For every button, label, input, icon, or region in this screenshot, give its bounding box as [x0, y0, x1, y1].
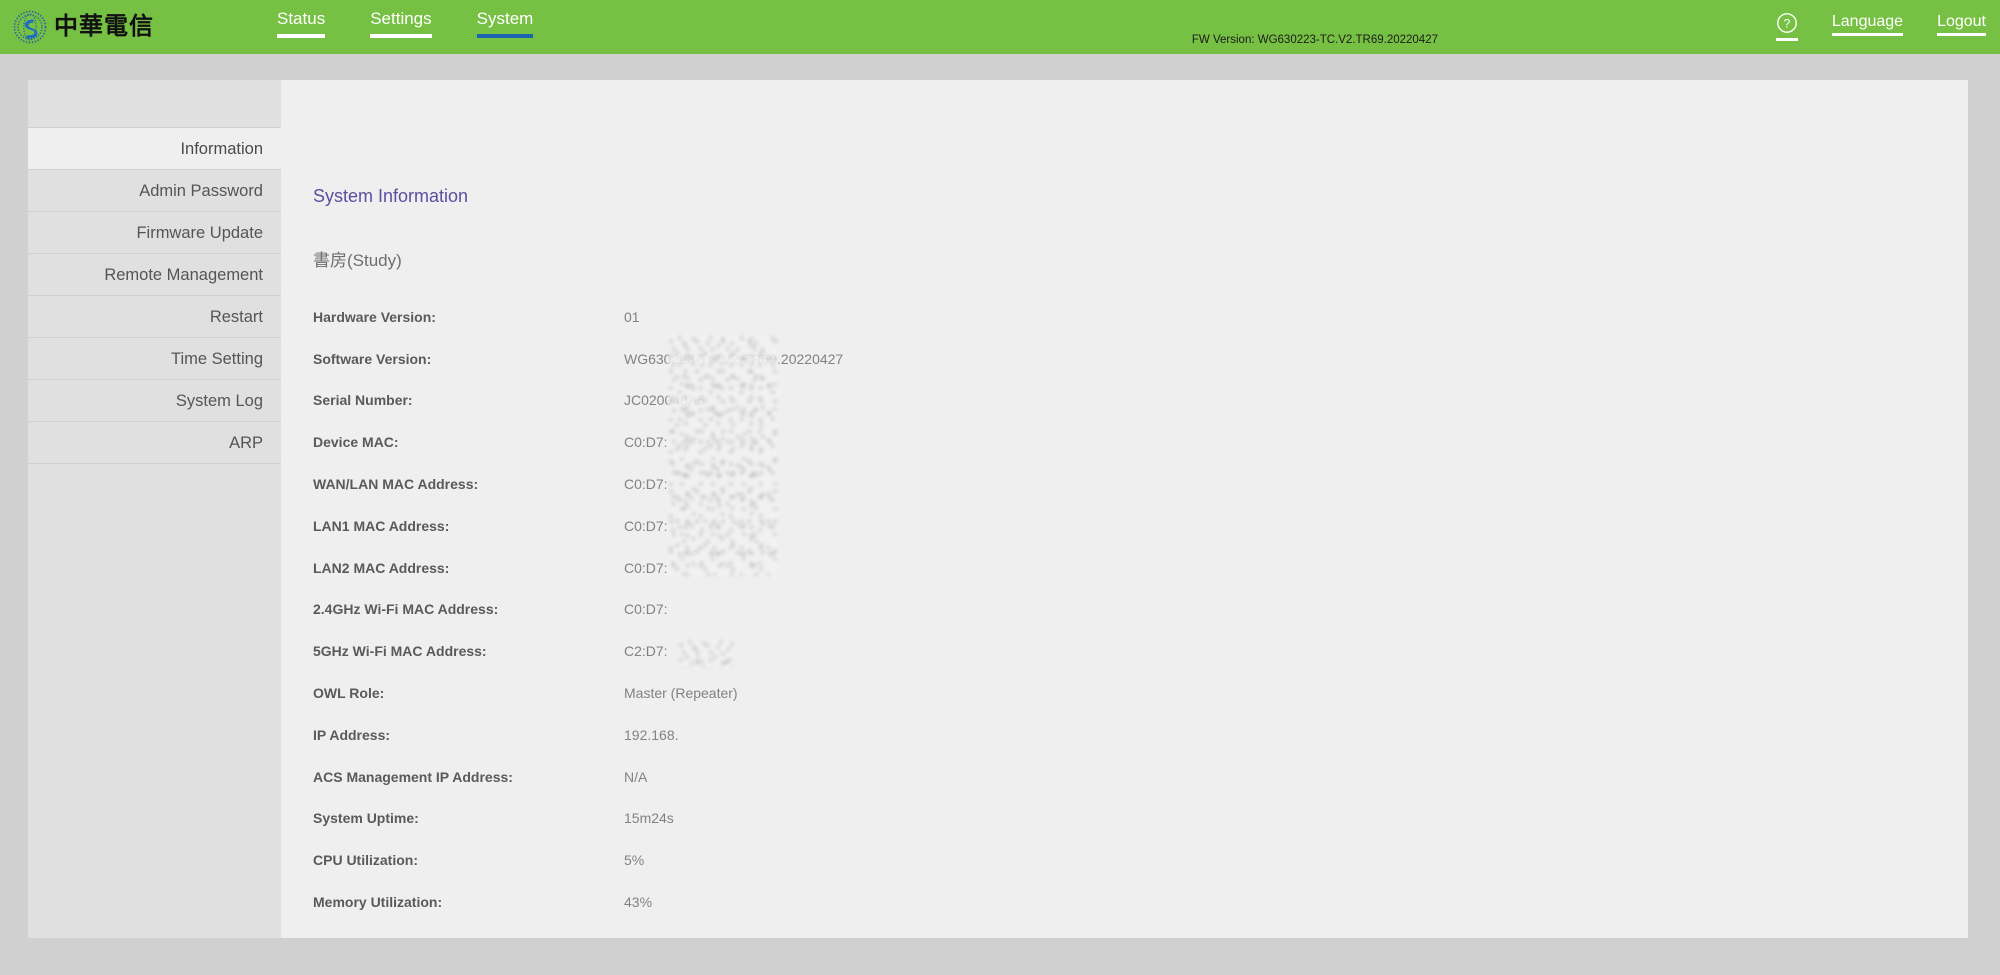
- nav-tab-settings-label: Settings: [370, 9, 432, 28]
- language-label: Language: [1831, 13, 1904, 30]
- firmware-version-label: FW Version: WG630223-TC.V2.TR69.20220427: [1191, 34, 1438, 46]
- row-value: C0:D7:: [624, 476, 668, 493]
- row-label: Serial Number:: [313, 392, 413, 409]
- nav-tab-settings-underline: [370, 33, 432, 38]
- logout-underline: [1937, 33, 1986, 37]
- sidebar-menu: Information Admin Password Firmware Upda…: [28, 80, 281, 938]
- sidebar-item-time-setting[interactable]: Time Setting: [28, 338, 281, 380]
- row-label: 5GHz Wi-Fi MAC Address:: [313, 643, 487, 660]
- row-label: LAN2 MAC Address:: [313, 559, 450, 576]
- row-label: WAN/LAN MAC Address:: [313, 476, 479, 493]
- row-label: LAN1 MAC Address:: [313, 517, 450, 534]
- table-row: System Uptime: 15m24s: [313, 798, 1213, 840]
- chunghwa-telecom-globe-logo-icon: [13, 10, 47, 44]
- row-label: Hardware Version:: [313, 308, 436, 325]
- sidebar-item-firmware-update[interactable]: Firmware Update: [28, 212, 281, 254]
- table-row: CPU Utilization: 5%: [313, 839, 1213, 881]
- nav-tab-system[interactable]: System: [476, 9, 534, 38]
- row-value: 01: [624, 308, 640, 325]
- help-underline: [1775, 38, 1798, 41]
- main-navigation: Status Settings System: [277, 9, 534, 38]
- row-value: WG630223-TC.V2 TR69.20220427: [624, 350, 844, 367]
- table-row: Device MAC: C0:D7:: [313, 421, 1213, 463]
- row-value: C0:D7:: [624, 601, 668, 618]
- sidebar-item-system-log[interactable]: System Log: [28, 380, 281, 422]
- nav-tab-status[interactable]: Status: [277, 9, 326, 38]
- logout-link[interactable]: Logout: [1937, 12, 1986, 37]
- page-title: System Information: [313, 186, 469, 206]
- row-value: 5%: [624, 852, 645, 869]
- nav-tab-system-label: System: [476, 9, 534, 28]
- brand-name: 中華電信: [54, 13, 154, 40]
- language-link[interactable]: Language: [1831, 12, 1904, 37]
- nav-tab-settings[interactable]: Settings: [370, 9, 432, 38]
- system-information-table: Hardware Version: 01 Software Version: W…: [313, 296, 1213, 923]
- table-row: 5GHz Wi-Fi MAC Address: C2:D7:: [313, 630, 1213, 672]
- row-label: System Uptime:: [313, 810, 419, 827]
- row-label: CPU Utilization:: [313, 852, 418, 869]
- row-value: JC020048A6: [624, 392, 705, 409]
- nav-tab-system-underline: [476, 33, 534, 38]
- top-header-bar: 中華電信 Status Settings System FW Version: …: [0, 0, 2000, 54]
- row-label: IP Address:: [313, 726, 391, 743]
- row-value: C0:D7:: [624, 517, 668, 534]
- table-row: Serial Number: JC020048A6: [313, 380, 1213, 422]
- logout-label: Logout: [1937, 13, 1986, 30]
- row-value: C0:D7:: [624, 434, 668, 451]
- table-row: Memory Utilization: 43%: [313, 881, 1213, 923]
- row-value: C0:D7:: [624, 559, 668, 576]
- content-area: System Information 書房(Study) Hardware Ve…: [281, 80, 1968, 938]
- sidebar-item-arp[interactable]: ARP: [28, 422, 281, 464]
- help-button[interactable]: ?: [1775, 12, 1798, 41]
- table-row: LAN2 MAC Address: C0:D7:: [313, 547, 1213, 589]
- question-mark-circle-icon: ?: [1776, 13, 1797, 33]
- row-label: OWL Role:: [313, 685, 385, 702]
- table-row: OWL Role: Master (Repeater): [313, 672, 1213, 714]
- table-row: LAN1 MAC Address: C0:D7:: [313, 505, 1213, 547]
- nav-tab-status-underline: [277, 33, 326, 38]
- sidebar-item-admin-password[interactable]: Admin Password: [28, 170, 281, 212]
- row-value: 15m24s: [624, 810, 674, 827]
- page-panel: Information Admin Password Firmware Upda…: [28, 80, 1968, 938]
- table-row: IP Address: 192.168.: [313, 714, 1213, 756]
- header-right-actions: ? Language Logout: [1775, 12, 1986, 41]
- table-row: 2.4GHz Wi-Fi MAC Address: C0:D7:: [313, 589, 1213, 631]
- sidebar-item-remote-management[interactable]: Remote Management: [28, 254, 281, 296]
- table-row: Hardware Version: 01: [313, 296, 1213, 338]
- table-row: ACS Management IP Address: N/A: [313, 756, 1213, 798]
- sidebar-item-restart[interactable]: Restart: [28, 296, 281, 338]
- row-label: 2.4GHz Wi-Fi MAC Address:: [313, 601, 499, 618]
- row-label: Device MAC:: [313, 434, 399, 451]
- language-underline: [1831, 33, 1904, 37]
- nav-tab-status-label: Status: [277, 9, 326, 28]
- brand-logo-area: 中華電信: [13, 10, 154, 44]
- svg-text:?: ?: [1784, 16, 1791, 30]
- row-label: Memory Utilization:: [313, 894, 443, 911]
- row-value: 43%: [624, 894, 653, 911]
- row-value: C2:D7:: [624, 643, 668, 660]
- row-label: Software Version:: [313, 350, 432, 367]
- table-row: WAN/LAN MAC Address: C0:D7:: [313, 463, 1213, 505]
- device-name-label: 書房(Study): [313, 251, 402, 270]
- row-label: ACS Management IP Address:: [313, 768, 513, 785]
- row-value: 192.168.: [624, 726, 679, 743]
- sidebar-top-spacer: [28, 80, 281, 128]
- table-row: Software Version: WG630223-TC.V2 TR69.20…: [313, 338, 1213, 380]
- sidebar-item-information[interactable]: Information: [28, 128, 281, 170]
- row-value: N/A: [624, 768, 648, 785]
- row-value: Master (Repeater): [624, 685, 738, 702]
